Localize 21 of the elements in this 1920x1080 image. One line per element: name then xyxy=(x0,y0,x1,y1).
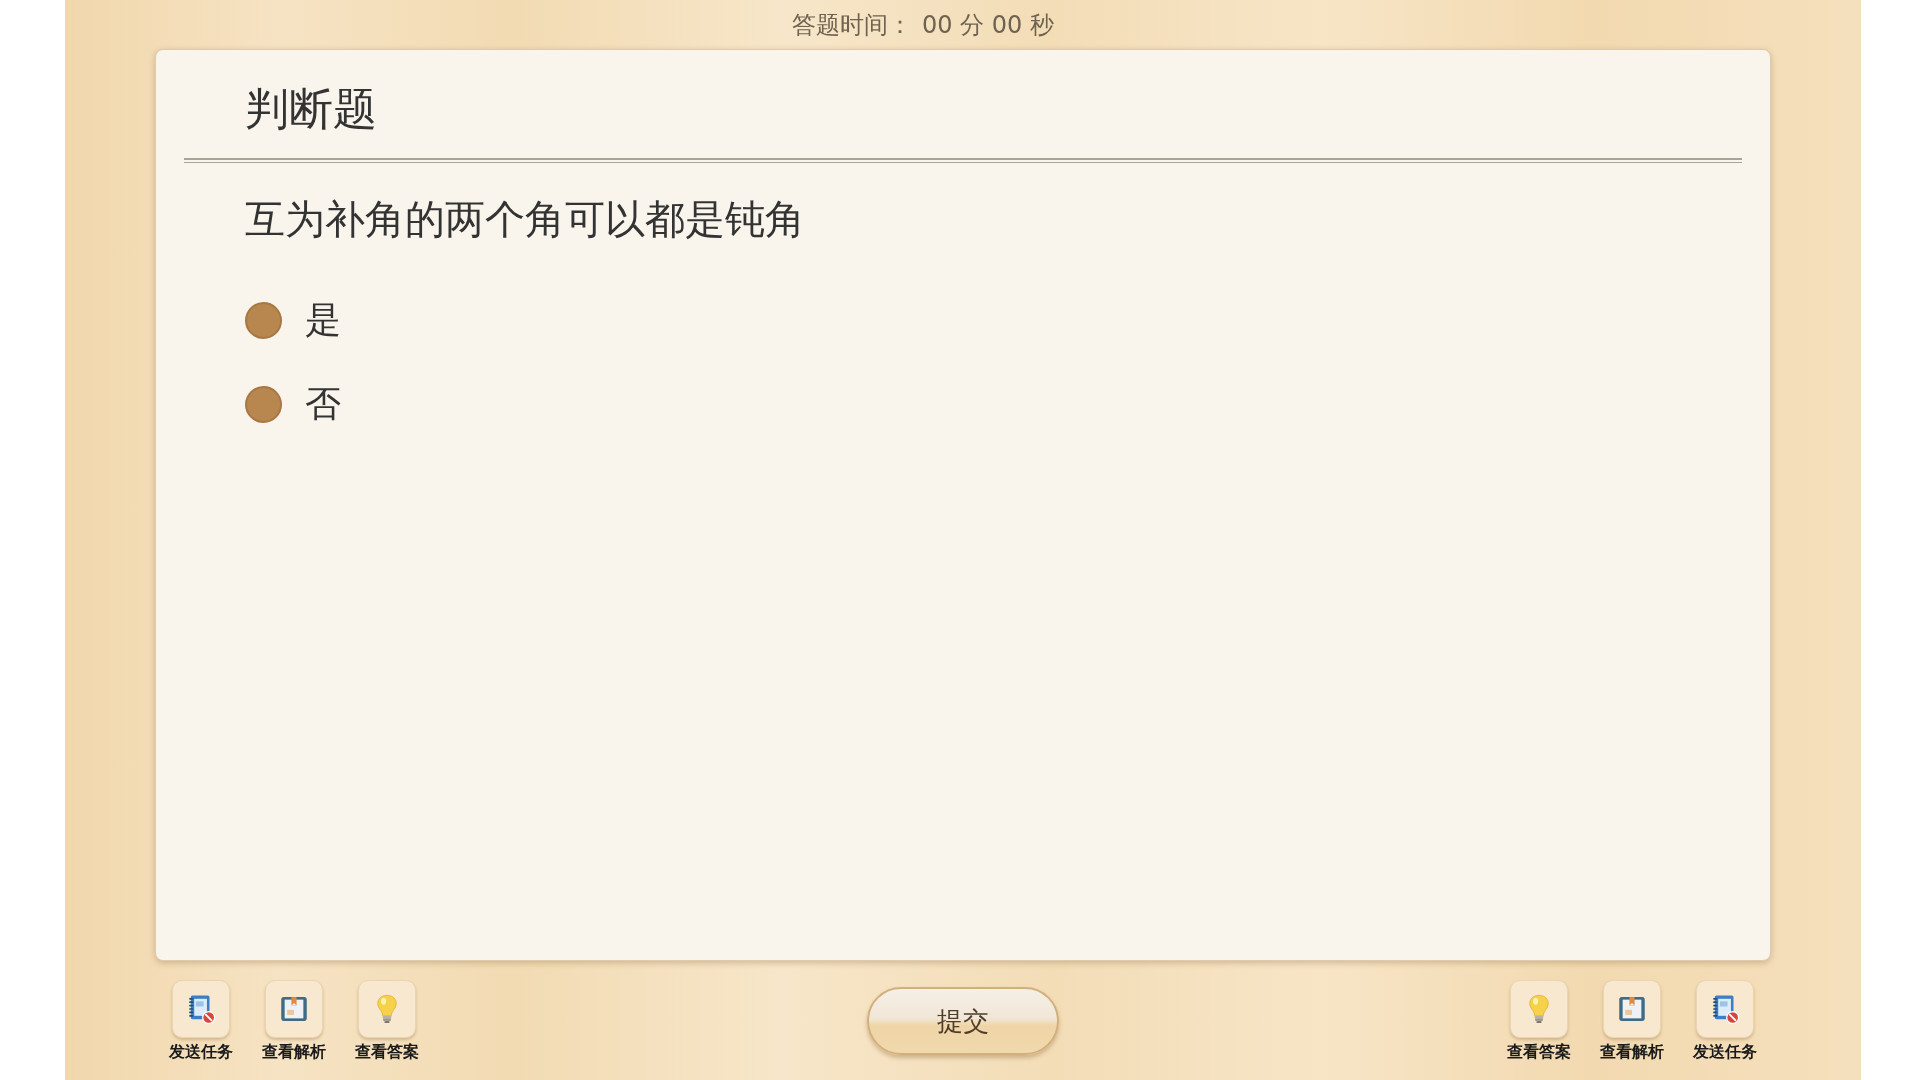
toolbar-button[interactable]: 查看解析 xyxy=(1592,980,1672,1062)
toolbar-button[interactable]: 查看答案 xyxy=(1499,980,1579,1062)
radio-button[interactable] xyxy=(245,301,282,339)
question-type-title: 判断题 xyxy=(245,83,377,135)
option-label: 是 xyxy=(305,300,341,340)
notebook-icon xyxy=(1696,980,1754,1038)
lightbulb-icon xyxy=(358,980,416,1038)
notebook-icon xyxy=(172,980,230,1038)
timer-label: 答题时间： xyxy=(792,9,912,41)
book-icon xyxy=(265,980,323,1038)
timer-value: 00 分 00 秒 xyxy=(922,9,1054,41)
question-text: 互为补角的两个角可以都是钝角 xyxy=(245,196,805,242)
toolbar-button[interactable]: 查看解析 xyxy=(254,980,334,1062)
toolbar-button[interactable]: 查看答案 xyxy=(347,980,427,1062)
submit-button[interactable]: 提交 xyxy=(867,987,1059,1055)
option-label: 否 xyxy=(305,384,341,424)
lightbulb-icon xyxy=(1510,980,1568,1038)
book-icon xyxy=(1603,980,1661,1038)
radio-button[interactable] xyxy=(245,385,282,423)
toolbar-button[interactable]: 发送任务 xyxy=(1685,980,1765,1062)
toolbar-button[interactable]: 发送任务 xyxy=(161,980,241,1062)
